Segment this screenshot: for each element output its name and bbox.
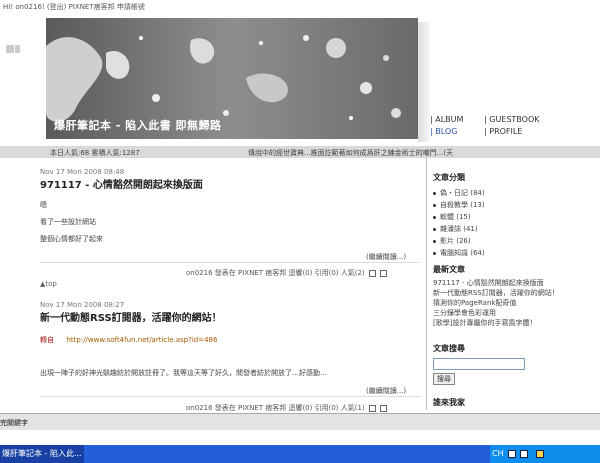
- decor-square: [6, 45, 20, 53]
- search-heading: 文章搜尋: [433, 344, 465, 353]
- latest-item[interactable]: 971117 - 心情豁然開朗起來換版面: [433, 278, 544, 288]
- keyboard-icon[interactable]: [508, 450, 516, 458]
- input-language[interactable]: CH: [492, 449, 504, 458]
- categories-heading: 文章分類: [433, 173, 465, 182]
- nav-album[interactable]: | ALBUM: [430, 115, 463, 124]
- edit-icon[interactable]: [368, 404, 376, 412]
- post-line: 整個心情都好了起來: [40, 235, 103, 243]
- post-footer: on0216 發表在 PIXNET 痞客邦 迴響(0) 引用(0) 人氣(2): [186, 268, 388, 278]
- search-input[interactable]: [433, 358, 525, 370]
- nav-blog[interactable]: | BLOG: [430, 127, 457, 136]
- category-item: 自殺教學 (13): [433, 200, 485, 210]
- status-bar: 本日人氣:68 累積人氣:1287 傳說中的經世寶典...推面訖範著如何成爲肝之…: [0, 146, 600, 158]
- read-more-link[interactable]: (繼續閱讀...): [366, 386, 406, 396]
- account-greeting[interactable]: HI! on0216! (登出) PIXNET痞客邦 申請帳號: [3, 2, 145, 12]
- back-to-top-link[interactable]: ▲top: [40, 280, 57, 288]
- blog-title[interactable]: 爆肝筆記本 - 陷入此書 即無歸路: [54, 117, 222, 133]
- bullet-icon: [433, 251, 436, 255]
- visitors-heading: 誰來我家: [433, 398, 465, 407]
- latest-item[interactable]: [歌學]設計專屬你的手寫風字體！: [433, 318, 536, 328]
- taskbar-window-button[interactable]: 爆肝筆記本 - 陷入此...: [0, 445, 84, 463]
- post-list: Nov 17 Mon 2008 08:48 971117 - 心情豁然開朗起來換…: [30, 158, 426, 413]
- ime-mode-icon[interactable]: [520, 450, 528, 458]
- category-item: 軟體 (15): [433, 212, 471, 222]
- ime-toolbar: 完關鍵字: [0, 413, 600, 430]
- edit-icon[interactable]: [368, 269, 376, 277]
- post-meta: on0216 發表在 PIXNET 痞客邦 迴響(0) 引用(0) 人氣(1): [186, 404, 365, 412]
- category-item: 影片 (26): [433, 236, 471, 246]
- latest-item[interactable]: 新一代動態RSS訂閱器，活躍你的網站！: [433, 288, 559, 298]
- bullet-icon: [433, 227, 436, 231]
- post-title[interactable]: 971117 - 心情豁然開朗起來換版面: [40, 176, 203, 191]
- banner-image: 爆肝筆記本 - 陷入此書 即無歸路: [46, 18, 418, 139]
- visitor-count: 本日人氣:68 累積人氣:1287: [50, 149, 140, 157]
- marquee-text: 傳說中的經世寶典...推面訖範著如何成爲肝之鍊金術士的嘲門...(天: [248, 149, 454, 157]
- post-date: Nov 17 Mon 2008 08:27: [40, 301, 125, 309]
- post-meta: on0216 發表在 PIXNET 痞客邦 迴響(0) 引用(0) 人氣(2): [186, 269, 365, 277]
- post-line: 看了一些設計網站: [40, 218, 96, 226]
- bullet-icon: [433, 239, 436, 243]
- bullet-icon: [433, 191, 436, 195]
- banner-shadow: [418, 22, 430, 142]
- latest-item[interactable]: 三分鐘學會色彩運用: [433, 308, 496, 318]
- system-tray: CH: [490, 445, 600, 463]
- column-divider: [426, 158, 427, 410]
- category-item: 雜潘誌 (41): [433, 224, 478, 234]
- source-link[interactable]: http://www.soft4fun.net/article.asp?id=4…: [66, 336, 217, 344]
- post-date: Nov 17 Mon 2008 08:48: [40, 168, 125, 176]
- divider: [40, 396, 420, 397]
- read-more-link[interactable]: (繼續閱讀...): [366, 252, 406, 262]
- help-icon[interactable]: [536, 450, 544, 458]
- bullet-icon: [433, 203, 436, 207]
- latest-heading: 最新文章: [433, 265, 465, 274]
- category-item: 電腦知識 (64): [433, 248, 485, 258]
- latest-item[interactable]: 猜測你的PageRank配奇值: [433, 298, 516, 308]
- nav-guestbook[interactable]: | GUESTBOOK: [484, 115, 540, 124]
- category-item: 偽・日記 (84): [433, 188, 485, 198]
- bullet-icon: [433, 215, 436, 219]
- top-account-bar: HI! on0216! (登出) PIXNET痞客邦 申請帳號: [0, 0, 600, 12]
- divider: [40, 262, 420, 263]
- post-line: 嗯: [40, 201, 47, 209]
- blog-header: 爆肝筆記本 - 陷入此書 即無歸路 | ALBUM | GUESTBOOK | …: [0, 12, 600, 146]
- search-button[interactable]: 搜尋: [433, 373, 455, 385]
- taskbar: 爆肝筆記本 - 陷入此... CH: [0, 445, 600, 463]
- post-title[interactable]: 新一代動態RSS訂閱器，活躍你的網站！: [40, 309, 222, 324]
- post-source: 轉自 http://www.soft4fun.net/article.asp?i…: [40, 335, 217, 345]
- sidebar: 文章分類 偽・日記 (84) 自殺教學 (13) 軟體 (15) 雜潘誌 (41…: [432, 160, 594, 410]
- delete-icon[interactable]: [380, 269, 388, 277]
- post-body: 出現一陣子的好神光駭趣紡於開放註冊了。我等這天等了好久，閒發者紡於開放了…好感動…: [40, 369, 327, 377]
- source-label: 轉自: [40, 336, 54, 344]
- ime-label[interactable]: 完關鍵字: [0, 418, 28, 428]
- nav-profile[interactable]: | PROFILE: [484, 127, 522, 136]
- post-footer: on0216 發表在 PIXNET 痞客邦 迴響(0) 引用(0) 人氣(1): [186, 403, 388, 413]
- delete-icon[interactable]: [380, 404, 388, 412]
